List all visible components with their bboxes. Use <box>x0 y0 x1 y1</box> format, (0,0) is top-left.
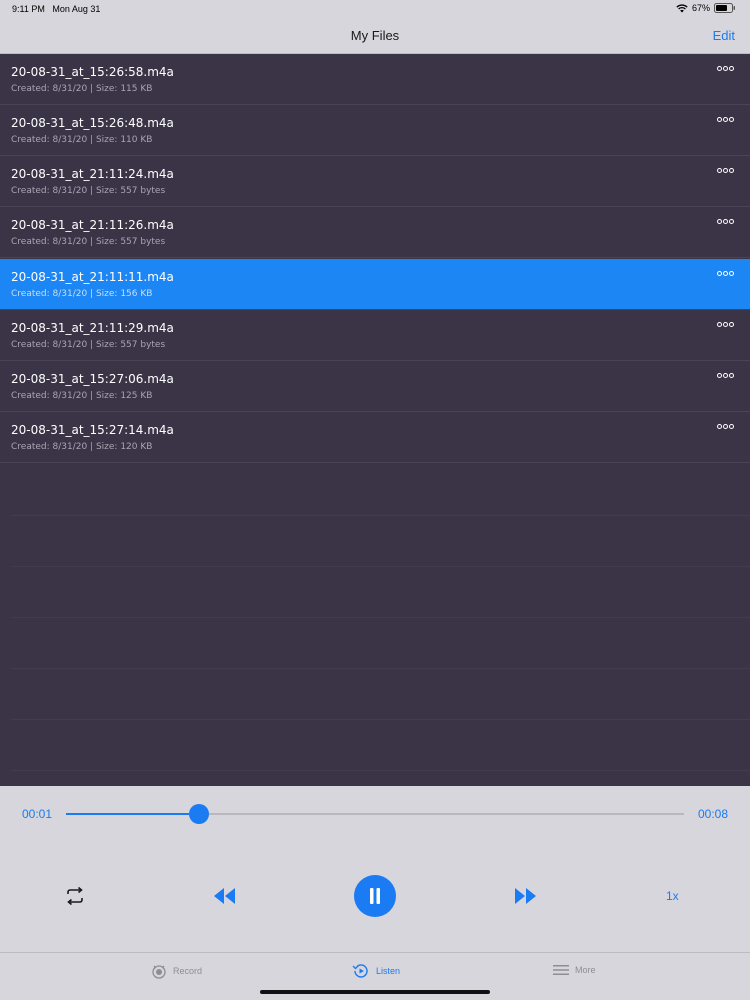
more-options-icon[interactable] <box>717 373 734 378</box>
duration: 00:08 <box>697 807 728 821</box>
tab-record[interactable]: Record <box>151 963 202 979</box>
page-title: My Files <box>350 28 400 43</box>
more-options-icon[interactable] <box>717 168 734 173</box>
file-name: 20-08-31_at_21:11:29.m4a <box>11 321 174 335</box>
record-icon <box>152 965 166 979</box>
file-name: 20-08-31_at_21:11:11.m4a <box>11 270 174 284</box>
repeat-button[interactable] <box>64 886 86 906</box>
status-clock: 9:11 PM <box>12 4 45 14</box>
battery-percent: 67% <box>691 3 710 13</box>
file-row[interactable]: 20-08-31_at_15:26:48.m4a Created: 8/31/2… <box>0 105 750 156</box>
file-meta: Created: 8/31/20 | Size: 557 bytes <box>11 237 166 247</box>
more-options-icon[interactable] <box>717 271 734 276</box>
fast-forward-button[interactable] <box>512 887 538 905</box>
current-time: 00:01 <box>22 807 53 821</box>
tab-listen-label: Listen <box>376 966 401 976</box>
navigation-bar: My Files Edit <box>0 18 750 54</box>
audio-player: 00:01 00:08 1x <box>0 786 750 952</box>
rewind-button[interactable] <box>212 887 238 905</box>
battery-icon <box>714 3 735 13</box>
file-meta: Created: 8/31/20 | Size: 120 KB <box>11 442 153 452</box>
file-meta: Created: 8/31/20 | Size: 110 KB <box>11 135 153 145</box>
tab-more[interactable]: More <box>553 963 596 977</box>
more-options-icon[interactable] <box>717 322 734 327</box>
row-separator <box>11 566 750 567</box>
file-row[interactable]: 20-08-31_at_15:27:06.m4a Created: 8/31/2… <box>0 361 750 412</box>
file-row[interactable]: 20-08-31_at_15:26:58.m4a Created: 8/31/2… <box>0 54 750 105</box>
more-options-icon[interactable] <box>717 424 734 429</box>
status-date: Mon Aug 31 <box>52 4 101 14</box>
tab-record-label: Record <box>173 966 203 976</box>
file-name: 20-08-31_at_15:26:58.m4a <box>11 65 174 79</box>
more-options-icon[interactable] <box>717 117 734 122</box>
file-meta: Created: 8/31/20 | Size: 557 bytes <box>11 186 166 196</box>
file-row[interactable]: 20-08-31_at_21:11:26.m4a Created: 8/31/2… <box>0 207 750 258</box>
more-options-icon[interactable] <box>717 219 734 224</box>
pause-button[interactable] <box>354 875 396 917</box>
file-list: 20-08-31_at_15:26:58.m4a Created: 8/31/2… <box>0 54 750 786</box>
listen-icon <box>352 964 368 978</box>
row-separator <box>11 515 750 516</box>
file-name: 20-08-31_at_15:27:06.m4a <box>11 372 174 386</box>
playback-speed-button[interactable]: 1x <box>666 889 679 903</box>
file-row[interactable]: 20-08-31_at_21:11:11.m4a Created: 8/31/2… <box>0 259 750 310</box>
file-meta: Created: 8/31/20 | Size: 557 bytes <box>11 340 166 350</box>
file-meta: Created: 8/31/20 | Size: 115 KB <box>11 84 153 94</box>
file-row[interactable]: 20-08-31_at_21:11:24.m4a Created: 8/31/2… <box>0 156 750 207</box>
edit-button[interactable]: Edit <box>713 28 735 43</box>
status-indicators: 67% <box>676 3 736 13</box>
status-time: 9:11 PM Mon Aug 31 <box>12 4 100 14</box>
more-options-icon[interactable] <box>717 66 734 71</box>
progress-fill <box>66 813 199 815</box>
file-name: 20-08-31_at_21:11:24.m4a <box>11 167 174 181</box>
file-row[interactable]: 20-08-31_at_15:27:14.m4a Created: 8/31/2… <box>0 412 750 463</box>
row-separator <box>11 668 750 669</box>
wifi-icon <box>676 3 688 12</box>
file-name: 20-08-31_at_15:27:14.m4a <box>11 423 174 437</box>
progress-slider[interactable] <box>66 813 684 815</box>
file-meta: Created: 8/31/20 | Size: 125 KB <box>11 391 153 401</box>
repeat-icon <box>67 886 83 906</box>
progress-knob[interactable] <box>188 804 209 824</box>
file-meta: Created: 8/31/20 | Size: 156 KB <box>11 289 153 299</box>
fast-forward-icon <box>515 888 536 904</box>
row-separator <box>11 617 750 618</box>
status-bar: 9:11 PM Mon Aug 31 67% <box>0 0 750 18</box>
row-separator <box>11 719 750 720</box>
tab-more-label: More <box>575 965 596 975</box>
file-name: 20-08-31_at_15:26:48.m4a <box>11 116 174 130</box>
home-indicator <box>260 990 490 994</box>
pause-icon <box>370 888 380 904</box>
row-separator <box>11 770 750 771</box>
menu-icon <box>553 965 569 975</box>
file-row[interactable]: 20-08-31_at_21:11:29.m4a Created: 8/31/2… <box>0 310 750 361</box>
file-name: 20-08-31_at_21:11:26.m4a <box>11 218 174 232</box>
tab-listen[interactable]: Listen <box>352 963 400 979</box>
rewind-icon <box>214 888 235 904</box>
